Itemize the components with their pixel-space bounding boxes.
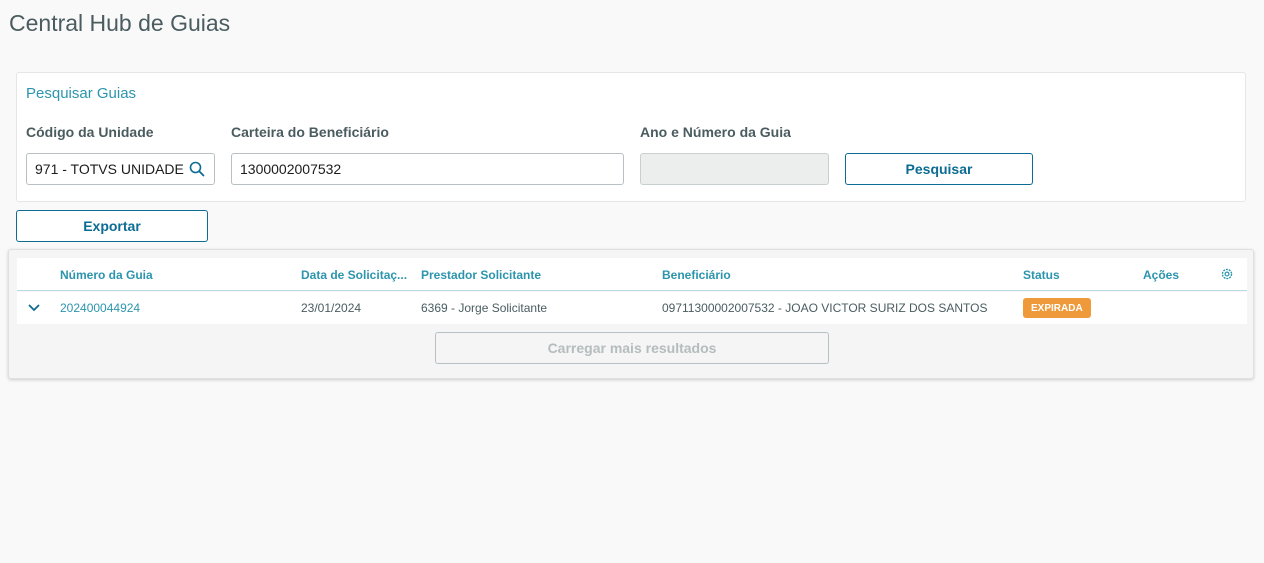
unit-code-value: 971 - TOTVS UNIDADE: [35, 161, 184, 177]
provider-cell: 6369 - Jorge Solicitante: [421, 301, 548, 315]
unit-code-input[interactable]: 971 - TOTVS UNIDADE: [26, 153, 215, 185]
beneficiary-card-value: 1300002007532: [240, 161, 342, 177]
status-badge: EXPIRADA: [1023, 298, 1091, 318]
guide-number-input: [640, 153, 829, 185]
unit-code-label: Código da Unidade: [26, 124, 154, 140]
column-header-status[interactable]: Status: [1023, 268, 1060, 282]
beneficiary-cell: 09711300002007532 - JOAO VICTOR SURIZ DO…: [662, 301, 988, 315]
request-date-cell: 23/01/2024: [301, 301, 362, 315]
export-button[interactable]: Exportar: [16, 210, 208, 242]
search-panel: Pesquisar Guias Código da Unidade 971 - …: [16, 72, 1246, 202]
search-panel-title: Pesquisar Guias: [26, 85, 137, 102]
gear-icon[interactable]: [1220, 267, 1234, 281]
load-more-button[interactable]: Carregar mais resultados: [435, 332, 829, 364]
column-header-guide-number[interactable]: Número da Guia: [60, 268, 290, 282]
column-header-actions: Ações: [1143, 268, 1180, 282]
column-header-beneficiary[interactable]: Beneficiário: [662, 268, 1012, 282]
search-button[interactable]: Pesquisar: [845, 153, 1033, 185]
guide-number-label: Ano e Número da Guia: [640, 124, 791, 140]
results-table: Número da Guia Data de Solicitaç... Pres…: [8, 249, 1254, 379]
search-icon[interactable]: [189, 161, 205, 177]
guide-number-link[interactable]: 202400044924: [60, 301, 140, 315]
column-header-request-date[interactable]: Data de Solicitaç...: [301, 268, 409, 282]
beneficiary-card-input[interactable]: 1300002007532: [231, 153, 624, 185]
beneficiary-card-label: Carteira do Beneficiário: [231, 124, 389, 140]
chevron-down-icon[interactable]: [27, 302, 41, 314]
column-header-provider[interactable]: Prestador Solicitante: [421, 268, 651, 282]
page-title: Central Hub de Guias: [9, 10, 231, 36]
table-row: 202400044924 23/01/2024 6369 - Jorge Sol…: [17, 292, 1247, 324]
table-header: Número da Guia Data de Solicitaç... Pres…: [17, 258, 1247, 291]
